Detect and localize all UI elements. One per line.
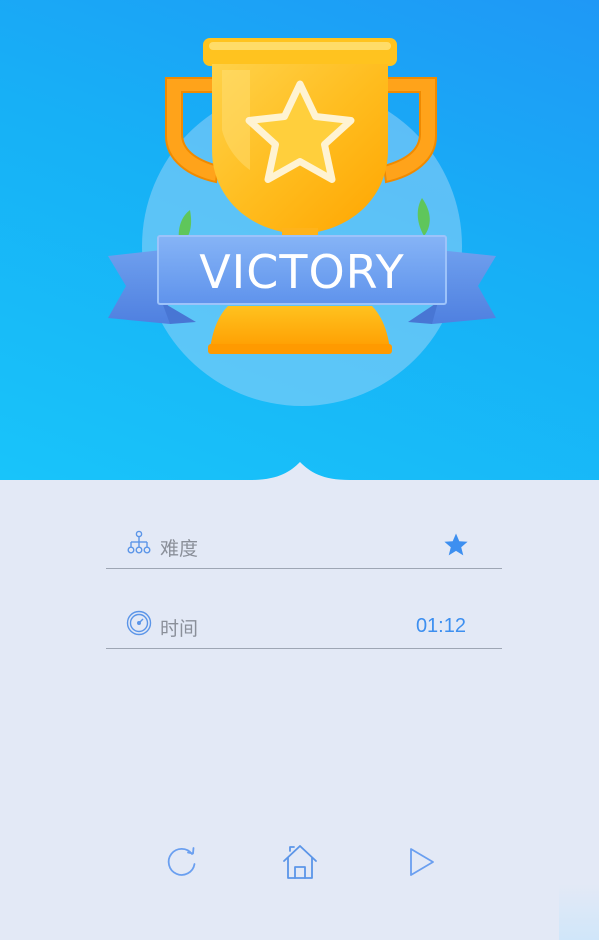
restart-button[interactable] [158,838,206,886]
trophy-handle-right [382,77,437,184]
leaf-right [417,198,430,236]
victory-title: VICTORY [199,245,405,299]
star-icon [444,533,468,556]
time-label: 时间 [160,618,199,640]
next-button[interactable] [396,838,444,886]
corner-shade [559,884,599,940]
trophy-icon [108,38,496,354]
trophy-handle-left [165,77,220,184]
home-button[interactable] [276,838,324,886]
victory-banner: VICTORY [0,0,599,480]
home-icon [283,845,317,879]
difficulty-row: 难度 [106,528,502,569]
banner-notch [250,462,350,490]
time-value: 01:12 [415,615,466,637]
trophy-base [210,306,390,350]
play-icon [410,848,434,876]
hierarchy-icon [127,530,151,554]
difficulty-label: 难度 [160,538,199,560]
time-row: 时间 01:12 [106,608,502,649]
restart-icon [167,847,196,876]
stopwatch-icon [126,610,152,636]
